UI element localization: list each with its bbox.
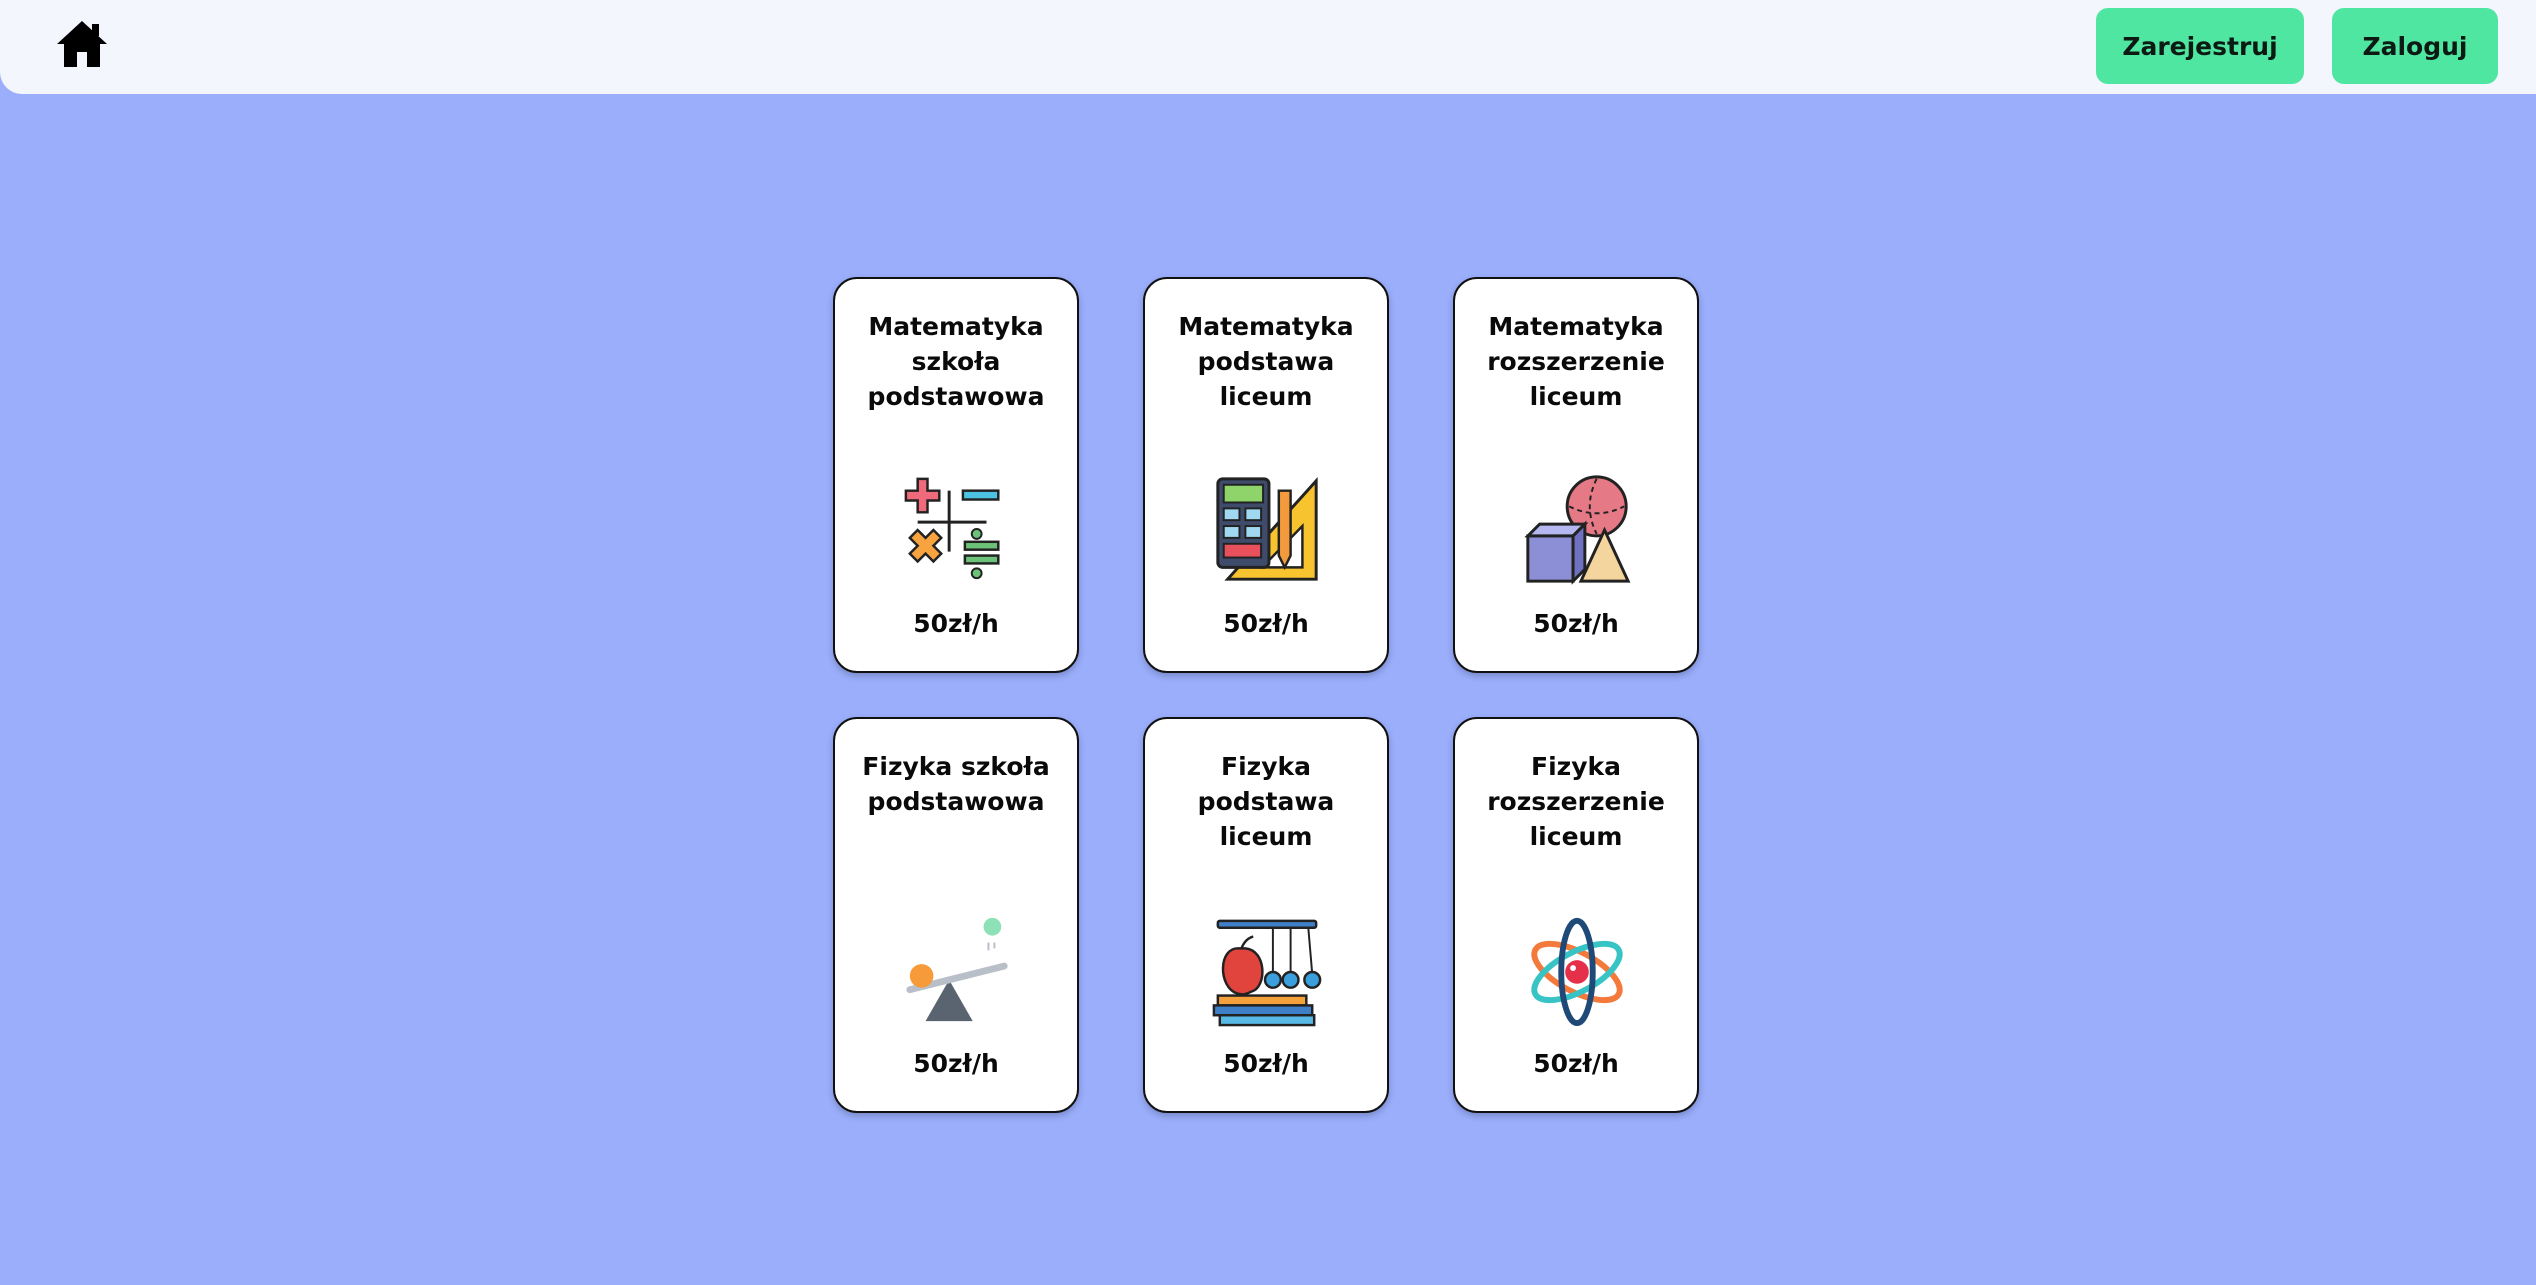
top-navbar: Zarejestruj Zaloguj (0, 0, 2536, 94)
course-card-physics-basic-highschool[interactable]: Fizyka podstawa liceum 50zł/h (1143, 717, 1389, 1113)
seesaw-icon (906, 917, 1008, 1022)
course-price: 50zł/h (913, 1049, 999, 1078)
course-card-math-extended-highschool[interactable]: Matematyka rozszerzenie liceum 50zł/h (1453, 277, 1699, 673)
home-icon[interactable] (54, 18, 110, 70)
course-title: Matematyka szkoła podstawowa (867, 312, 1045, 411)
course-title: Matematyka podstawa liceum (1178, 312, 1354, 411)
course-card-math-primary[interactable]: Matematyka szkoła podstawowa 50zł/h (833, 277, 1079, 673)
course-title: Fizyka rozszerzenie liceum (1487, 752, 1665, 851)
course-price: 50zł/h (1223, 1049, 1309, 1078)
atom-icon (1531, 917, 1623, 1027)
course-price: 50zł/h (913, 609, 999, 638)
geometry-shapes-icon (1524, 475, 1631, 585)
course-title: Fizyka podstawa liceum (1197, 752, 1335, 851)
course-price: 50zł/h (1533, 609, 1619, 638)
course-card-physics-primary[interactable]: Fizyka szkoła podstawowa 50zł/h (833, 717, 1079, 1113)
login-button[interactable]: Zaloguj (2332, 8, 2498, 84)
course-price: 50zł/h (1223, 609, 1309, 638)
calculator-ruler-icon (1216, 476, 1318, 581)
course-title: Matematyka rozszerzenie liceum (1487, 312, 1665, 411)
register-button[interactable]: Zarejestruj (2096, 8, 2304, 84)
math-operators-icon (904, 477, 1000, 580)
course-title: Fizyka szkoła podstawowa (862, 752, 1050, 816)
course-card-physics-extended-highschool[interactable]: Fizyka rozszerzenie liceum 50zł/h (1453, 717, 1699, 1113)
newtons-cradle-icon (1212, 919, 1322, 1027)
course-card-math-basic-highschool[interactable]: Matematyka podstawa liceum 50zł/h (1143, 277, 1389, 673)
course-price: 50zł/h (1533, 1049, 1619, 1078)
